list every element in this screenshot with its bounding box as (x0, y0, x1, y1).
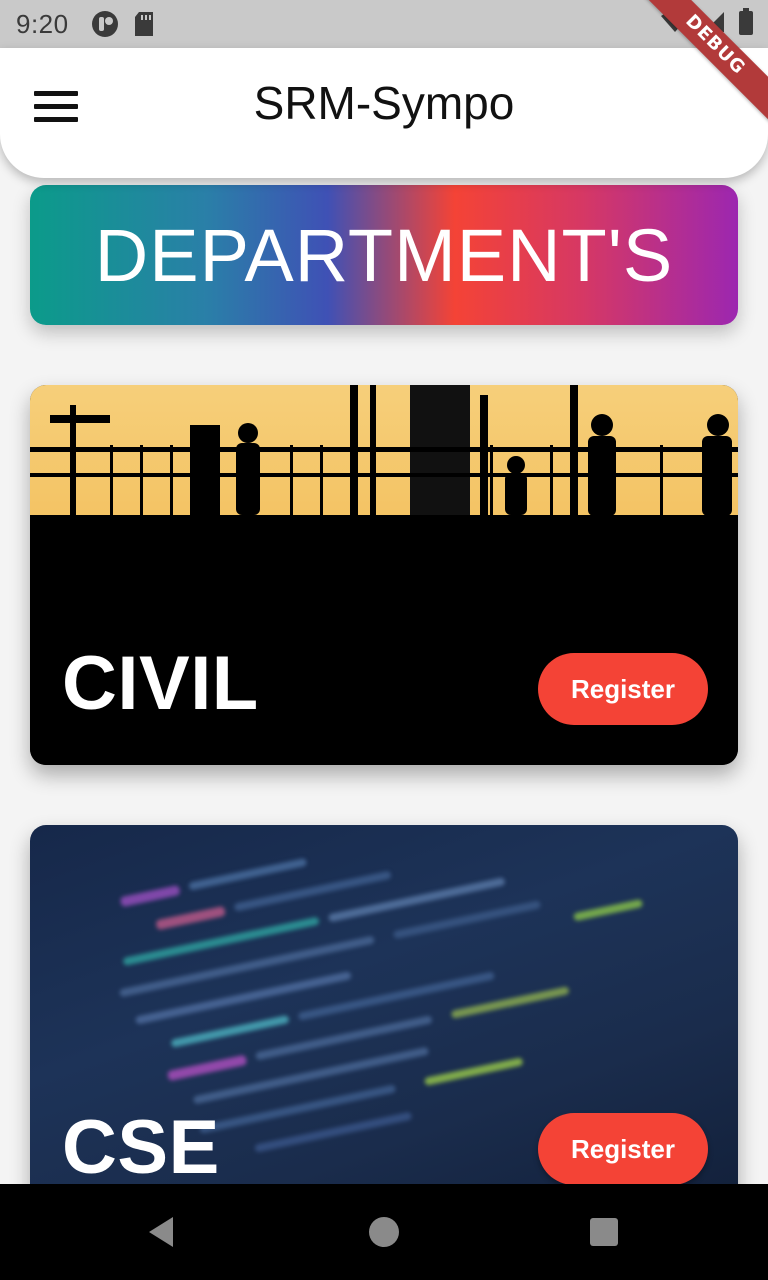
departments-banner: DEPARTMENT'S (30, 185, 738, 325)
register-button-cse[interactable]: Register (538, 1113, 708, 1184)
back-icon[interactable] (122, 1184, 202, 1280)
register-button-civil[interactable]: Register (538, 653, 708, 725)
sd-card-icon (133, 11, 155, 37)
status-time: 9:20 (16, 8, 69, 39)
app-title: SRM-Sympo (253, 77, 515, 129)
department-name: CIVIL (62, 641, 259, 726)
banner-title: DEPARTMENT'S (94, 213, 674, 297)
system-nav-bar (0, 1184, 768, 1280)
department-name: CSE (62, 1105, 220, 1184)
battery-icon (738, 7, 754, 41)
status-bar: 9:20 (0, 0, 768, 48)
department-card-cse[interactable]: CSE Register (30, 825, 738, 1184)
department-list[interactable]: DEPARTMENT'S CIVIL Register CSE Register (0, 178, 768, 1184)
notification-app-icon (91, 10, 119, 38)
app-bar: SRM-Sympo (0, 48, 768, 178)
department-card-civil[interactable]: CIVIL Register (30, 385, 738, 765)
home-icon[interactable] (344, 1184, 424, 1280)
recents-icon[interactable] (564, 1184, 644, 1280)
